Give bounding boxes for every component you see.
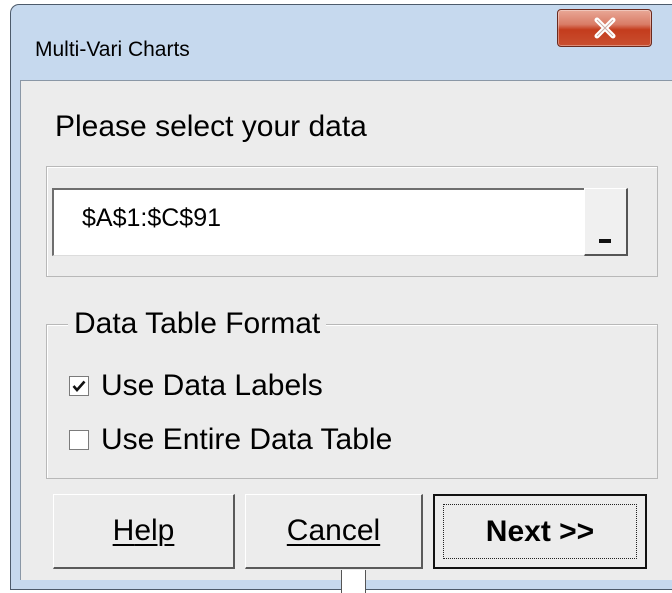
dialog-body: Please select your data $A$1:$C$91 Data …: [20, 80, 672, 580]
data-table-format-legend: Data Table Format: [68, 307, 327, 341]
use-entire-data-table-checkbox[interactable]: [69, 430, 89, 450]
collapse-dialog-button[interactable]: [584, 188, 628, 256]
title-bar[interactable]: Multi-Vari Charts: [11, 5, 672, 79]
cancel-button-hotkey: C: [286, 514, 309, 547]
help-button-label: elp: [134, 514, 175, 547]
close-button[interactable]: [557, 9, 652, 47]
use-data-labels-option[interactable]: Use Data Labels: [69, 368, 323, 404]
cancel-button[interactable]: Cancel: [245, 494, 423, 569]
next-button[interactable]: Next >>: [433, 494, 647, 569]
help-button-hotkey: H: [112, 514, 135, 547]
use-entire-data-table-option[interactable]: Use Entire Data Table: [69, 422, 392, 458]
window-title: Multi-Vari Charts: [35, 38, 190, 61]
use-data-labels-label: Use Data Labels: [101, 369, 323, 402]
select-data-label: Please select your data: [55, 110, 367, 143]
close-x-icon: [558, 10, 651, 46]
collapse-dialog-icon: [599, 239, 611, 243]
use-data-labels-checkbox[interactable]: [69, 376, 89, 396]
data-range-input[interactable]: $A$1:$C$91: [52, 188, 602, 256]
dialog-window: Multi-Vari Charts Please select your dat…: [10, 4, 672, 590]
focus-rectangle: [443, 504, 637, 559]
help-button[interactable]: Help: [53, 494, 235, 569]
cancel-button-label: ancel: [308, 514, 381, 547]
window-bottom-tab: [341, 570, 366, 593]
use-entire-data-table-label: Use Entire Data Table: [101, 423, 393, 456]
checkmark-icon: [72, 380, 86, 392]
